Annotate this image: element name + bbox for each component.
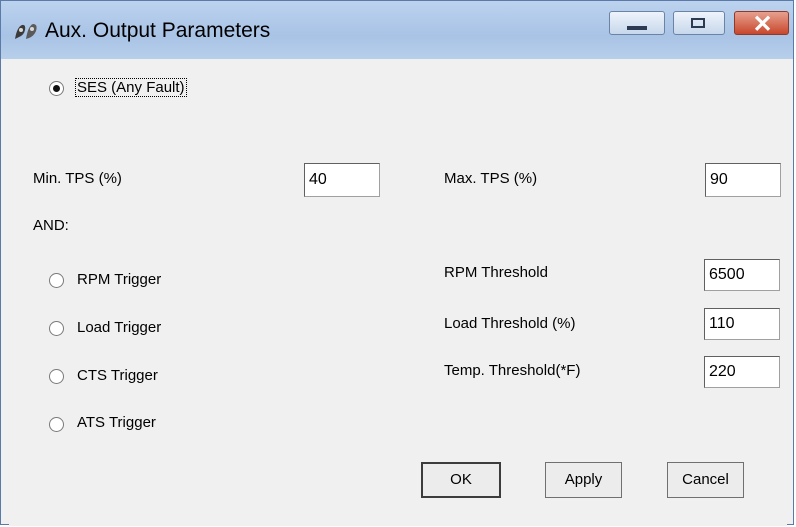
maximize-button[interactable] — [673, 11, 725, 35]
ses-any-fault-radio[interactable] — [49, 81, 64, 96]
max-tps-label: Max. TPS (%) — [444, 170, 538, 187]
rpm-threshold-input[interactable] — [704, 259, 780, 291]
ats-trigger-radio[interactable] — [49, 417, 64, 432]
temp-threshold-input[interactable] — [704, 356, 780, 388]
maximize-icon — [691, 18, 705, 28]
cts-trigger-radio[interactable] — [49, 369, 64, 384]
cancel-button[interactable]: Cancel — [667, 462, 744, 498]
aux-output-parameters-dialog: Aux. Output Parameters ✕ SES (Any Fault)… — [0, 0, 794, 526]
min-tps-label: Min. TPS (%) — [33, 170, 122, 187]
ats-trigger-label[interactable]: ATS Trigger — [77, 414, 156, 431]
load-trigger-label[interactable]: Load Trigger — [77, 319, 161, 336]
app-icon — [13, 21, 39, 43]
close-icon: ✕ — [752, 11, 773, 38]
and-label: AND: — [33, 217, 69, 234]
rpm-trigger-label[interactable]: RPM Trigger — [77, 271, 161, 288]
ses-any-fault-text: SES (Any Fault) — [75, 78, 187, 97]
title-bar[interactable]: Aux. Output Parameters ✕ — [1, 1, 793, 59]
min-tps-input[interactable] — [304, 163, 380, 197]
apply-button[interactable]: Apply — [545, 462, 622, 498]
dialog-body: SES (Any Fault) Min. TPS (%) Max. TPS (%… — [9, 59, 787, 526]
ses-any-fault-label[interactable]: SES (Any Fault) — [75, 78, 187, 97]
cts-trigger-label[interactable]: CTS Trigger — [77, 367, 158, 384]
rpm-trigger-radio[interactable] — [49, 273, 64, 288]
minimize-icon — [627, 26, 647, 30]
close-button[interactable]: ✕ — [734, 11, 789, 38]
load-threshold-label: Load Threshold (%) — [444, 315, 576, 332]
load-trigger-radio[interactable] — [49, 321, 64, 336]
rpm-threshold-label: RPM Threshold — [444, 264, 548, 281]
window-title: Aux. Output Parameters — [45, 19, 271, 42]
load-threshold-input[interactable] — [704, 308, 780, 340]
max-tps-input[interactable] — [705, 163, 781, 197]
minimize-button[interactable] — [609, 11, 665, 35]
temp-threshold-label: Temp. Threshold(*F) — [444, 362, 581, 379]
ok-button[interactable]: OK — [421, 462, 501, 498]
